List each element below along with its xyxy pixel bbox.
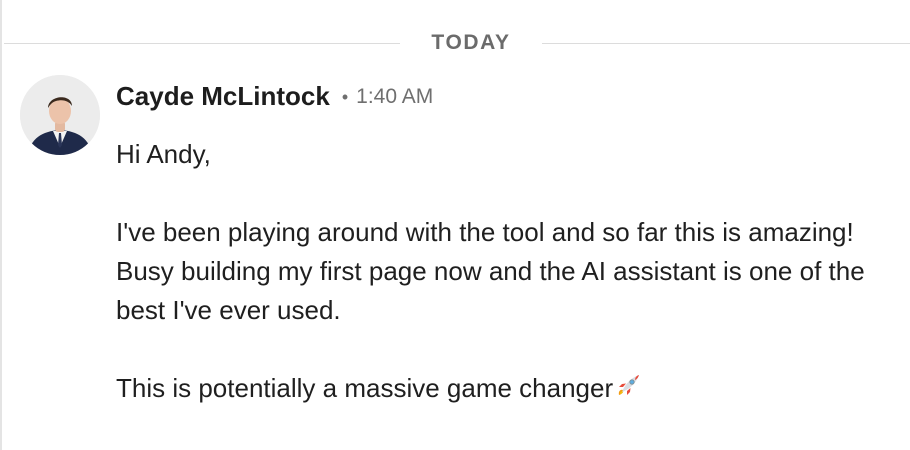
avatar[interactable] bbox=[20, 75, 100, 155]
day-divider-label: TODAY bbox=[431, 31, 511, 54]
message-body: Hi Andy, I've been playing around with t… bbox=[116, 135, 876, 411]
meta-separator: • bbox=[341, 86, 349, 107]
message-paragraph-2: This is potentially a massive game chang… bbox=[116, 373, 614, 403]
message-greeting: Hi Andy, bbox=[116, 139, 211, 169]
message-header: Cayde McLintock • 1:40 AM bbox=[116, 78, 433, 114]
avatar-photo bbox=[20, 75, 100, 155]
rocket-icon bbox=[614, 372, 642, 411]
thread-left-border bbox=[0, 0, 2, 450]
author-name[interactable]: Cayde McLintock bbox=[116, 81, 330, 112]
day-divider: TODAY bbox=[4, 30, 910, 56]
divider-line-right bbox=[542, 43, 910, 44]
message-paragraph-2-line: This is potentially a massive game chang… bbox=[116, 369, 876, 411]
divider-line-left bbox=[4, 43, 400, 44]
message-paragraph-1: I've been playing around with the tool a… bbox=[116, 217, 865, 325]
message-timestamp[interactable]: 1:40 AM bbox=[356, 85, 433, 109]
